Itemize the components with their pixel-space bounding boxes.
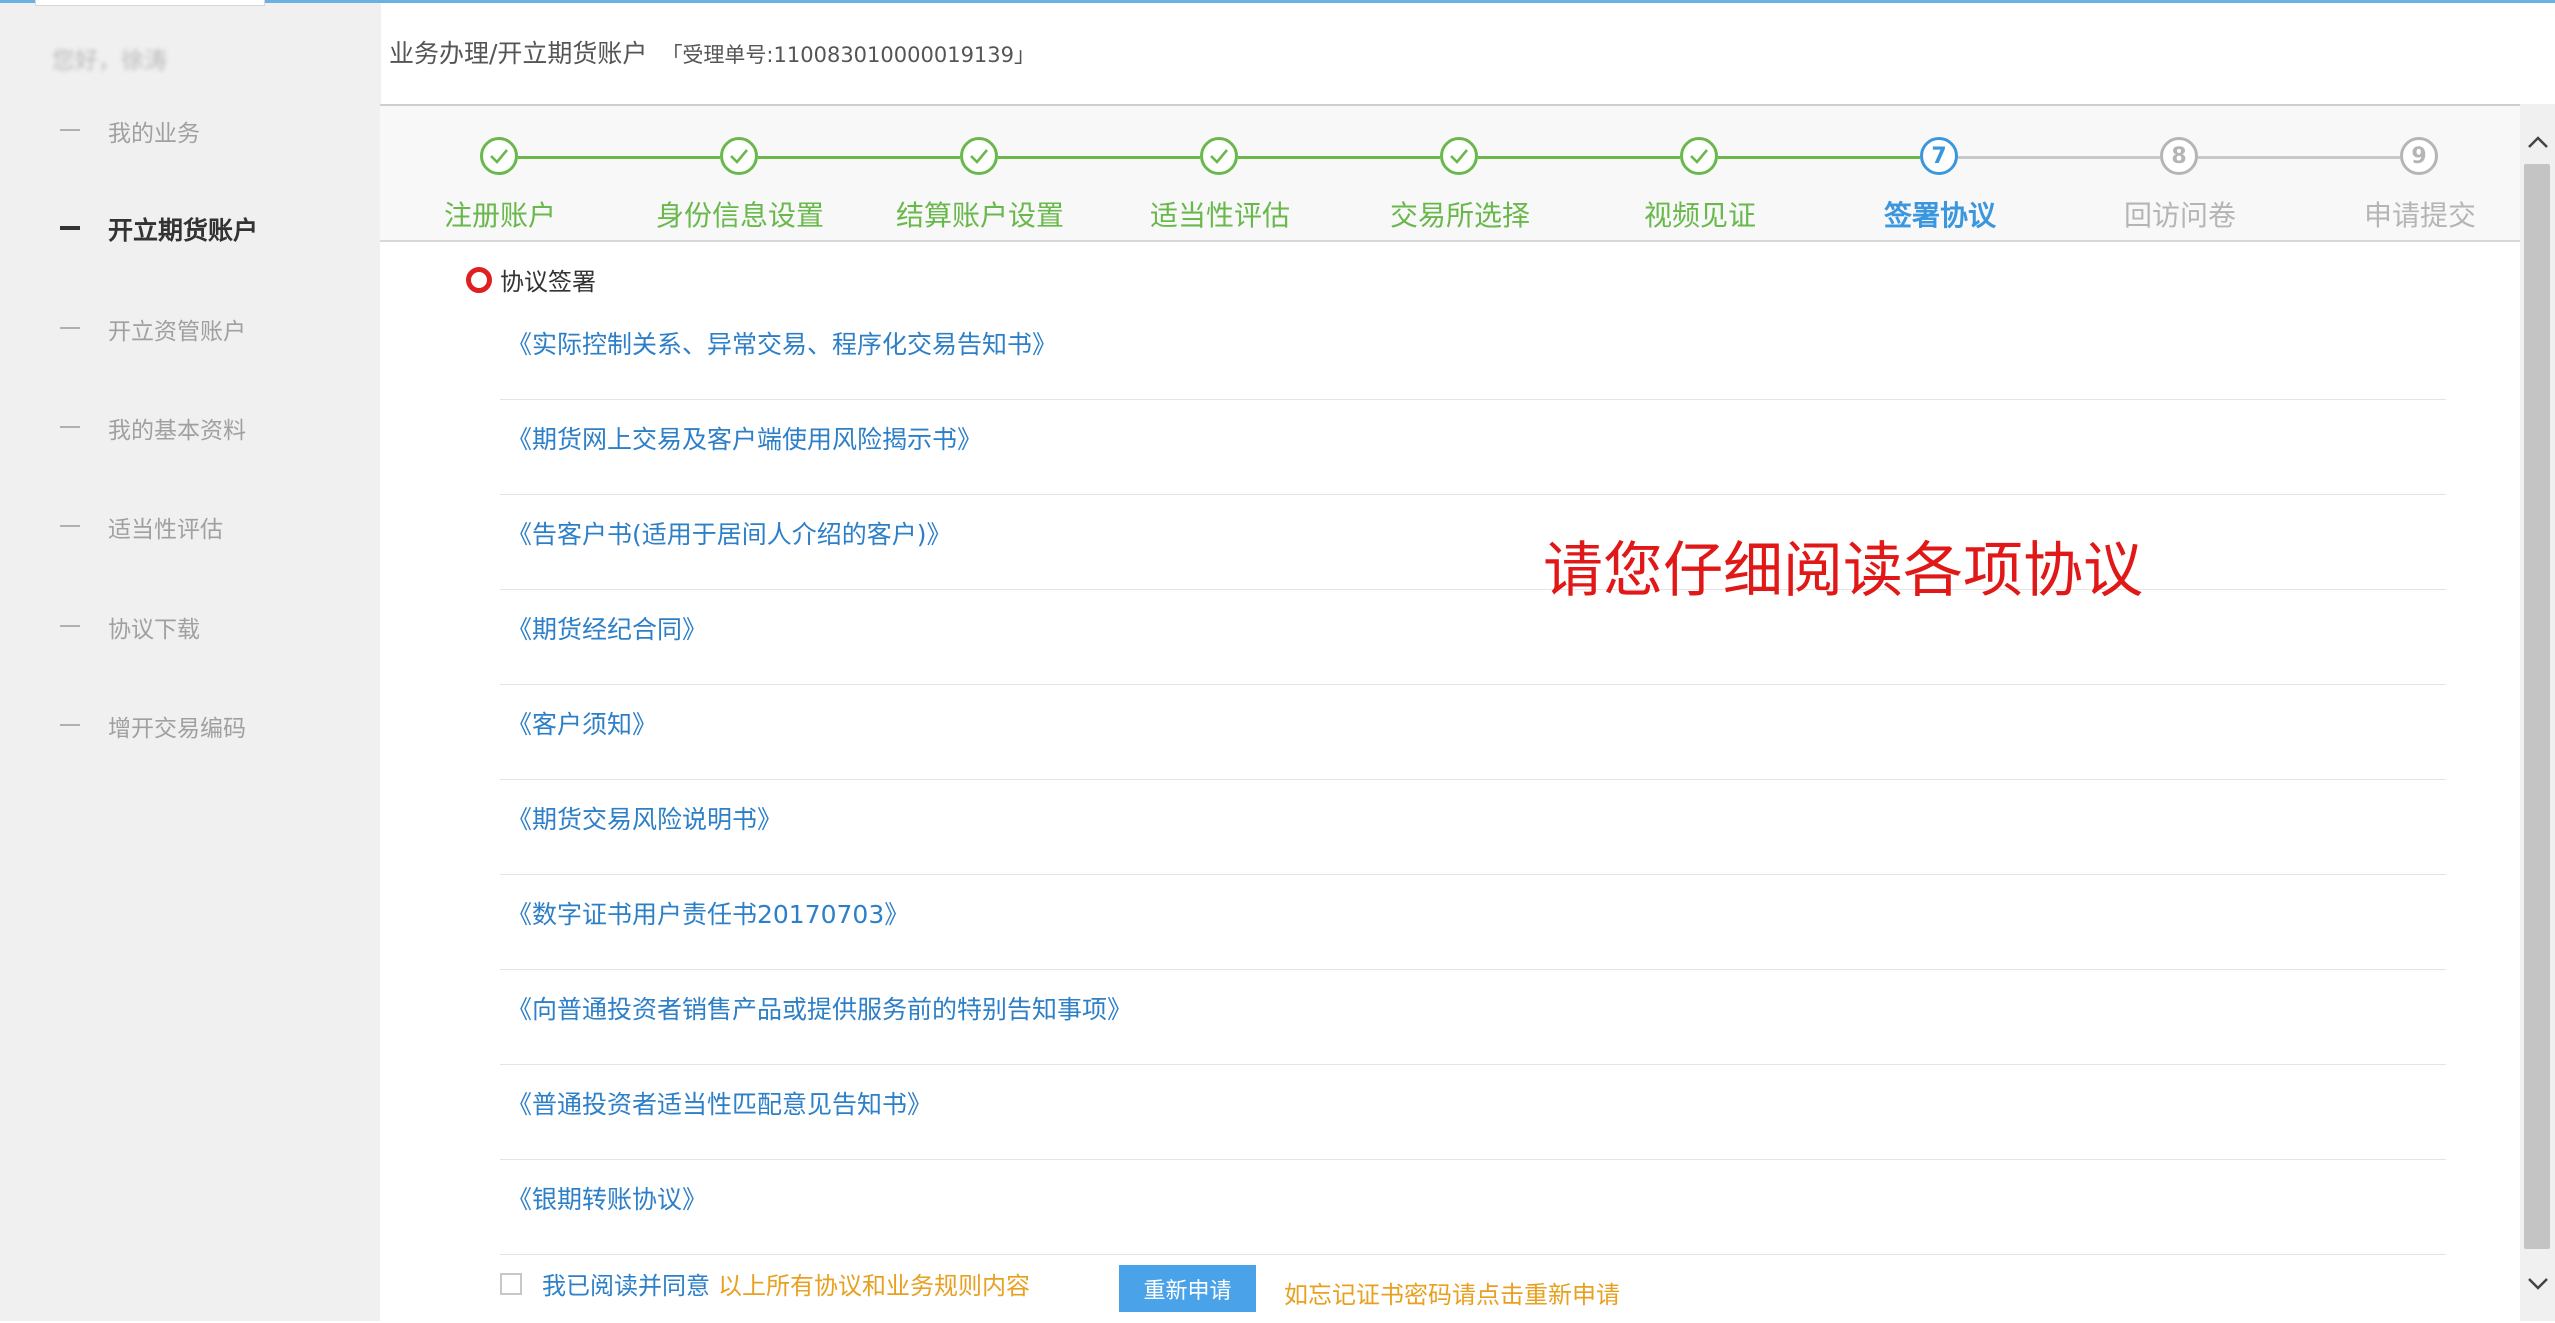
sidebar-item-label: 开立期货账户 — [108, 216, 259, 245]
agreement-item: 《期货经纪合同》 — [500, 590, 2446, 685]
reading-notice: 请您仔细阅读各项协议 — [1543, 536, 2143, 606]
step-9: 9 申请提交 — [2300, 106, 2540, 240]
sidebar: 您好，徐涛 我的业务开立期货账户 开立资管账户 我的基本资料 适当性评估协议下载增开交… — [0, 3, 381, 1321]
step-8: 8 回访问卷 — [2060, 106, 2300, 240]
dash-icon — [60, 525, 80, 527]
agreement-item: 《向普通投资者销售产品或提供服务前的特别告知事项》 — [500, 970, 2446, 1065]
dash-icon — [60, 426, 80, 428]
step-label: 身份信息设置 — [655, 199, 824, 232]
step-label: 注册账户 — [443, 199, 556, 232]
dash-icon — [60, 625, 80, 627]
agree-checkbox[interactable] — [500, 1272, 522, 1295]
agreement-list: 《实际控制关系、异常交易、程序化交易告知书》 《期货网上交易及客户端使用风险揭示书… — [500, 305, 2446, 1255]
dash-icon — [60, 724, 80, 726]
check-icon — [1680, 137, 1718, 175]
ticket-number: 「受理单号:110083010000019139」 — [661, 43, 1036, 67]
progress-steps: 注册账户 身份信息设置 结算账户设置 适当性评估 交易所选择 视频见证 7 签署协议 8 回访问卷… — [380, 106, 2520, 242]
agreement-item: 《实际控制关系、异常交易、程序化交易告知书》 — [500, 305, 2446, 400]
step-2: 身份信息设置 — [620, 106, 860, 240]
step-1: 注册账户 — [380, 106, 620, 240]
dash-icon — [60, 327, 80, 329]
agreement-link[interactable]: 《客户须知》 — [507, 705, 657, 741]
step-number: 7 — [1920, 137, 1958, 175]
agreement-item: 《告客户书(适用于居间人介绍的客户)》 — [500, 495, 2446, 590]
agreement-link[interactable]: 《期货网上交易及客户端使用风险揭示书》 — [507, 420, 982, 456]
step-7: 7 签署协议 — [1820, 106, 2060, 240]
sidebar-item-label: 我的基本资料 — [108, 418, 246, 444]
step-label: 回访问卷 — [2123, 199, 2236, 232]
top-tab — [35, 0, 265, 6]
agreement-item: 《客户须知》 — [500, 685, 2446, 780]
agreement-link[interactable]: 《银期转账协议》 — [507, 1180, 707, 1216]
sidebar-item-3[interactable]: 我的基本资料 — [0, 388, 381, 468]
sidebar-item-label: 协议下载 — [108, 617, 200, 643]
agree-rules-text: 以上所有协议和业务规则内容 — [718, 1272, 1030, 1300]
agreement-link[interactable]: 《告客户书(适用于居间人介绍的客户)》 — [507, 515, 952, 551]
sidebar-item-2[interactable]: 开立资管账户 — [0, 289, 381, 369]
sidebar-item-1[interactable]: 开立期货账户 — [0, 189, 381, 269]
check-icon — [1200, 137, 1238, 175]
check-icon — [720, 137, 758, 175]
agreement-link[interactable]: 《数字证书用户责任书20170703》 — [507, 895, 909, 931]
scroll-down-icon[interactable] — [2520, 1264, 2555, 1304]
step-4: 适当性评估 — [1100, 106, 1340, 240]
step-label: 结算账户设置 — [895, 199, 1064, 232]
reapply-button[interactable]: 重新申请 — [1119, 1265, 1256, 1312]
sidebar-item-label: 开立资管账户 — [108, 319, 246, 345]
step-number: 9 — [2400, 137, 2438, 175]
agreement-link[interactable]: 《期货经纪合同》 — [507, 610, 707, 646]
step-label: 交易所选择 — [1389, 199, 1530, 232]
section-title-text: 协议签署 — [500, 268, 596, 296]
step-number: 8 — [2160, 137, 2198, 175]
scroll-thumb[interactable] — [2524, 164, 2550, 1249]
check-icon — [960, 137, 998, 175]
sidebar-item-label: 增开交易编码 — [108, 716, 246, 742]
breadcrumb: 业务办理/开立期货账户 — [389, 39, 648, 68]
sidebar-item-0[interactable]: 我的业务 — [0, 91, 381, 171]
dash-icon — [60, 129, 80, 131]
agree-row: 我已阅读并同意 以上所有协议和业务规则内容 — [500, 1266, 1030, 1301]
page-header: 业务办理/开立期货账户 「受理单号:110083010000019139」 — [389, 34, 1035, 70]
agreement-item: 《普通投资者适当性匹配意见告知书》 — [500, 1065, 2446, 1160]
sidebar-item-label: 适当性评估 — [108, 517, 223, 543]
agreement-item: 《数字证书用户责任书20170703》 — [500, 875, 2446, 970]
check-icon — [1440, 137, 1478, 175]
section-marker-icon — [466, 266, 492, 293]
agreement-link[interactable]: 《实际控制关系、异常交易、程序化交易告知书》 — [507, 325, 1057, 361]
step-5: 交易所选择 — [1340, 106, 1580, 240]
scroll-up-icon[interactable] — [2520, 122, 2555, 162]
dash-icon — [60, 226, 80, 230]
step-3: 结算账户设置 — [860, 106, 1100, 240]
top-accent-line — [0, 0, 2555, 3]
step-label: 签署协议 — [1883, 199, 1996, 232]
sidebar-item-6[interactable]: 增开交易编码 — [0, 686, 381, 766]
agree-text[interactable]: 我已阅读并同意 — [542, 1266, 710, 1301]
agreement-item: 《银期转账协议》 — [500, 1160, 2446, 1255]
scrollbar[interactable] — [2520, 104, 2555, 1321]
sidebar-item-label: 我的业务 — [108, 121, 200, 147]
step-label: 申请提交 — [2363, 199, 2476, 232]
agreement-item: 《期货网上交易及客户端使用风险揭示书》 — [500, 400, 2446, 495]
agreement-link[interactable]: 《向普通投资者销售产品或提供服务前的特别告知事项》 — [507, 990, 1132, 1026]
agreement-item: 《期货交易风险说明书》 — [500, 780, 2446, 875]
reapply-hint: 如忘记证书密码请点击重新申请 — [1284, 1281, 1620, 1309]
agreement-link[interactable]: 《普通投资者适当性匹配意见告知书》 — [507, 1085, 932, 1121]
sidebar-item-4[interactable]: 适当性评估 — [0, 487, 381, 567]
agreement-link[interactable]: 《期货交易风险说明书》 — [507, 800, 782, 836]
step-label: 适当性评估 — [1149, 199, 1290, 232]
sidebar-item-5[interactable]: 协议下载 — [0, 587, 381, 667]
check-icon — [480, 137, 518, 175]
section-title: 协议签署 — [466, 262, 596, 297]
user-greeting: 您好，徐涛 — [52, 48, 167, 74]
step-6: 视频见证 — [1580, 106, 1820, 240]
step-label: 视频见证 — [1643, 199, 1756, 232]
